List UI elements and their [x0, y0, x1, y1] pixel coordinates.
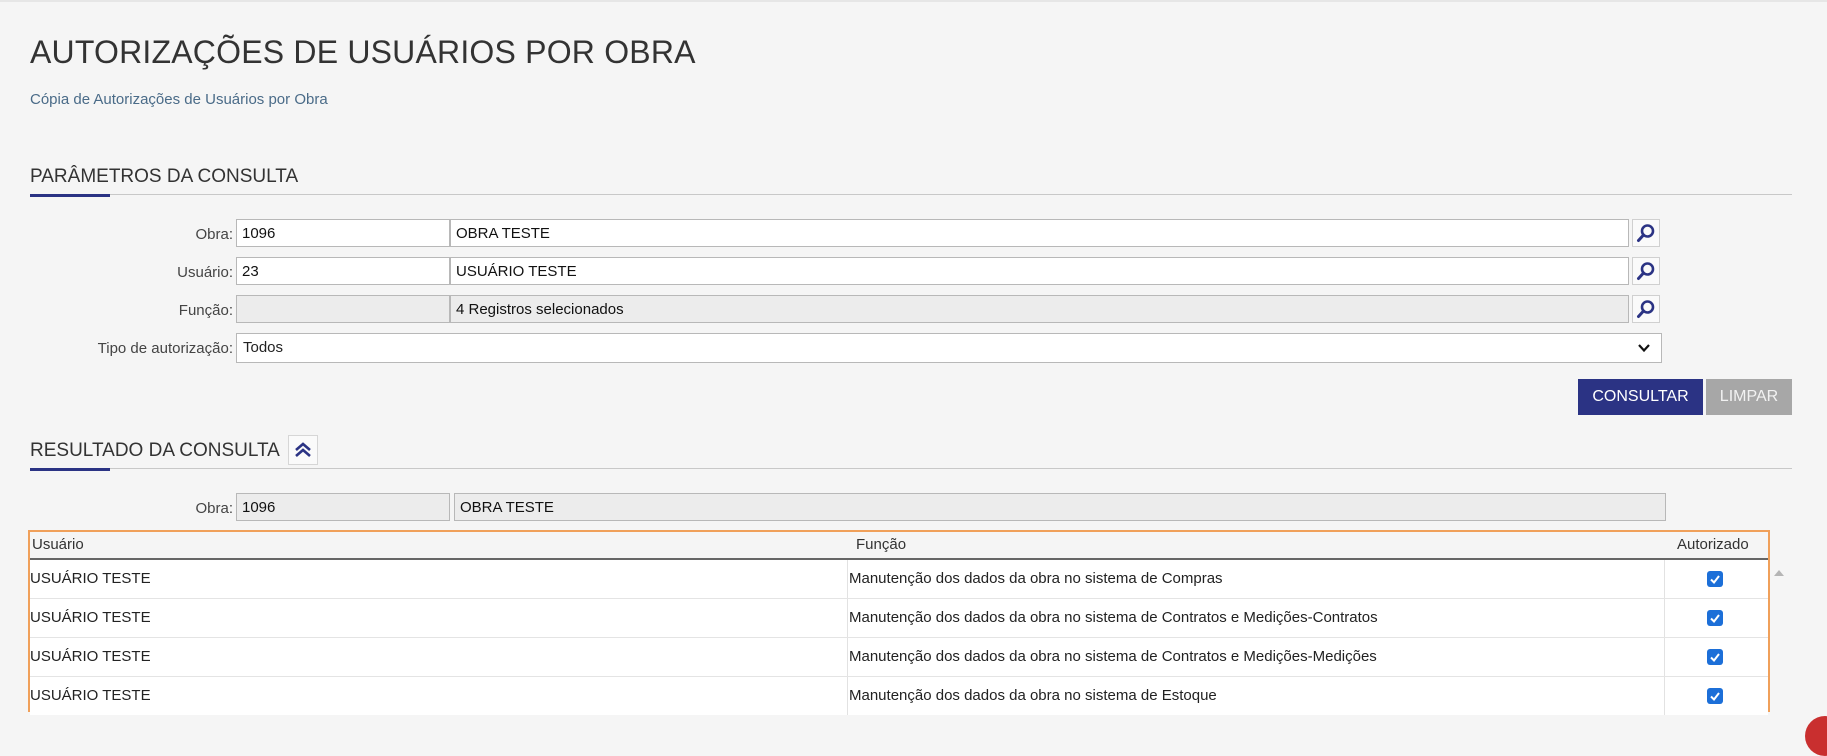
result-obra-label-cell: Obra:	[0, 493, 233, 523]
autorizado-checkbox[interactable]	[1707, 610, 1723, 626]
autorizado-checkbox[interactable]	[1707, 571, 1723, 587]
column-divider	[847, 677, 848, 715]
usuario-label-cell: Usuário:	[0, 257, 233, 287]
column-divider	[847, 560, 848, 598]
tipo-autorizacao-select[interactable]: Todos	[236, 333, 1662, 363]
magnifier-icon	[1637, 262, 1655, 280]
limpar-button[interactable]: LIMPAR	[1706, 379, 1792, 415]
result-section-title: RESULTADO DA CONSULTA	[30, 440, 280, 461]
obra-code-input[interactable]: 1096	[236, 219, 450, 247]
autorizado-checkbox[interactable]	[1707, 688, 1723, 704]
params-section-title: PARÂMETROS DA CONSULTA	[30, 166, 299, 187]
params-section-header: PARÂMETROS DA CONSULTA	[30, 156, 1792, 197]
section-accent	[30, 468, 110, 471]
grid-header: Usuário Função Autorizado	[30, 532, 1768, 560]
funcao-label: Função:	[178, 302, 233, 319]
funcao-label-cell: Função:	[0, 295, 233, 325]
scroll-up-arrow-icon[interactable]	[1772, 566, 1786, 580]
cell-usuario: USUÁRIO TESTE	[30, 648, 151, 665]
section-accent	[30, 194, 110, 197]
obra-label-cell: Obra:	[0, 219, 233, 249]
obra-lookup-button[interactable]	[1632, 219, 1660, 247]
cell-usuario: USUÁRIO TESTE	[30, 570, 151, 587]
cell-usuario: USUÁRIO TESTE	[30, 687, 151, 704]
double-chevron-up-icon	[295, 442, 311, 457]
usuario-code-input[interactable]: 23	[236, 257, 450, 285]
check-icon	[1710, 575, 1720, 585]
result-obra-label: Obra:	[195, 500, 233, 517]
consultar-button[interactable]: CONSULTAR	[1578, 379, 1703, 415]
check-icon	[1710, 614, 1720, 624]
obra-name-input[interactable]: OBRA TESTE	[450, 219, 1629, 247]
tipo-label-cell: Tipo de autorização:	[0, 333, 233, 363]
cell-usuario: USUÁRIO TESTE	[30, 609, 151, 626]
table-row[interactable]: USUÁRIO TESTE Manutenção dos dados da ob…	[30, 560, 1768, 599]
cell-funcao: Manutenção dos dados da obra no sistema …	[849, 609, 1378, 626]
column-divider	[1664, 560, 1665, 598]
check-icon	[1710, 653, 1720, 663]
cell-funcao: Manutenção dos dados da obra no sistema …	[849, 687, 1217, 704]
tipo-autorizacao-value: Todos	[243, 339, 284, 356]
result-obra-name: OBRA TESTE	[454, 493, 1666, 521]
obra-label: Obra:	[195, 226, 233, 243]
result-section-header: RESULTADO DA CONSULTA	[30, 430, 1792, 471]
copy-authorizations-link[interactable]: Cópia de Autorizações de Usuários por Ob…	[30, 91, 328, 108]
cell-funcao: Manutenção dos dados da obra no sistema …	[849, 570, 1223, 587]
table-row[interactable]: USUÁRIO TESTE Manutenção dos dados da ob…	[30, 677, 1768, 715]
column-divider	[1664, 638, 1665, 676]
usuario-name-input[interactable]: USUÁRIO TESTE	[450, 257, 1629, 285]
top-border	[0, 0, 1827, 2]
authorizations-grid: Usuário Função Autorizado USUÁRIO TESTE …	[28, 530, 1770, 715]
floating-action-button[interactable]	[1805, 716, 1827, 756]
magnifier-icon	[1637, 300, 1655, 318]
table-row[interactable]: USUÁRIO TESTE Manutenção dos dados da ob…	[30, 599, 1768, 638]
column-divider	[1664, 677, 1665, 715]
magnifier-icon	[1637, 224, 1655, 242]
funcao-code-input	[236, 295, 450, 323]
check-icon	[1710, 692, 1720, 702]
collapse-results-button[interactable]	[288, 435, 318, 465]
column-autorizado[interactable]: Autorizado	[1677, 536, 1749, 553]
cell-funcao: Manutenção dos dados da obra no sistema …	[849, 648, 1377, 665]
column-divider	[847, 638, 848, 676]
column-divider	[1664, 599, 1665, 637]
column-divider	[847, 599, 848, 637]
page-title: AUTORIZAÇÕES DE USUÁRIOS POR OBRA	[30, 34, 696, 70]
funcao-name-input: 4 Registros selecionados	[450, 295, 1629, 323]
chevron-down-icon	[1638, 344, 1650, 353]
column-funcao[interactable]: Função	[856, 536, 906, 553]
table-row[interactable]: USUÁRIO TESTE Manutenção dos dados da ob…	[30, 638, 1768, 677]
result-obra-code: 1096	[236, 493, 450, 521]
funcao-lookup-button[interactable]	[1632, 295, 1660, 323]
autorizado-checkbox[interactable]	[1707, 649, 1723, 665]
tipo-autorizacao-label: Tipo de autorização:	[97, 340, 233, 357]
usuario-label: Usuário:	[177, 264, 233, 281]
column-usuario[interactable]: Usuário	[32, 536, 84, 553]
usuario-lookup-button[interactable]	[1632, 257, 1660, 285]
